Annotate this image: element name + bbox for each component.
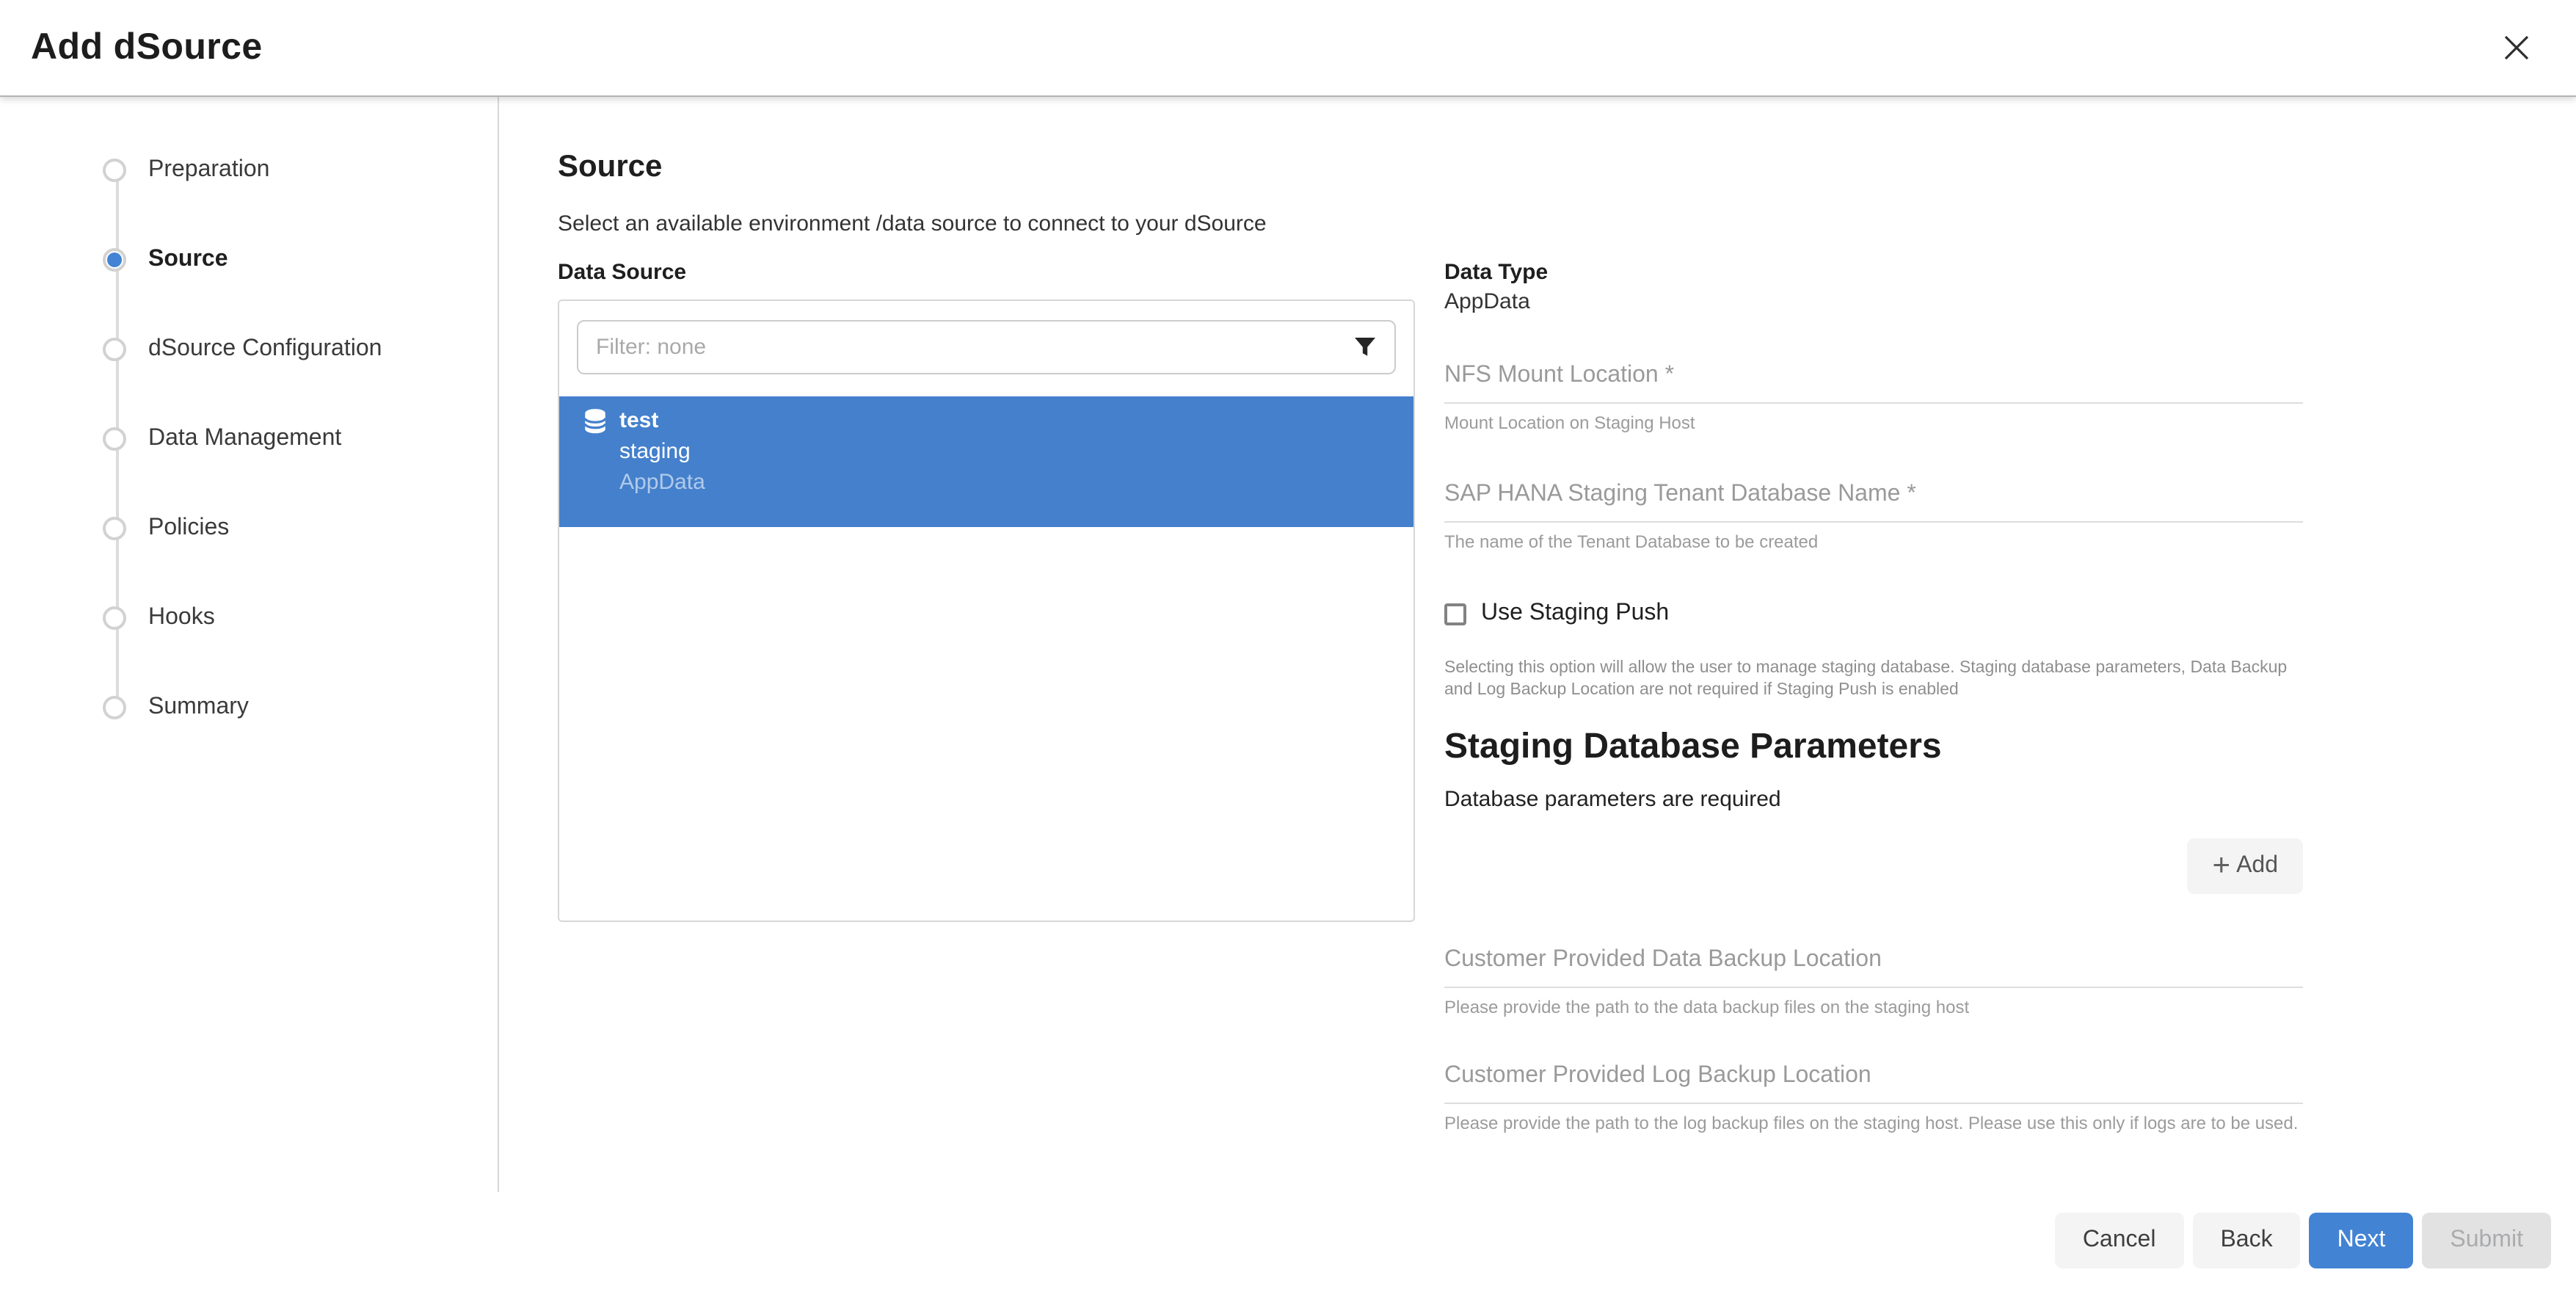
field-hint: Please provide the path to the data back… (1444, 997, 2303, 1017)
step-label: Summary (148, 694, 249, 720)
step-radio-icon (103, 516, 126, 540)
source-step-content: Source Select an available environment /… (499, 97, 2576, 1192)
step-hooks[interactable]: Hooks (0, 573, 498, 662)
log-backup-location-field: Please provide the path to the log backu… (1444, 1063, 2303, 1133)
step-preparation[interactable]: Preparation (0, 125, 498, 214)
filter-field (577, 320, 1396, 374)
data-source-pane: Data Source (558, 260, 1415, 1133)
item-name: test (619, 407, 658, 436)
add-button-label: Add (2236, 853, 2278, 879)
add-parameter-button[interactable]: + Add (2188, 838, 2303, 894)
step-label: dSource Configuration (148, 335, 382, 362)
back-button[interactable]: Back (2192, 1213, 2300, 1268)
use-staging-push-label: Use Staging Push (1481, 600, 1669, 627)
wizard-body: Preparation Source dSource Configuration… (0, 97, 2576, 1192)
step-radio-icon (103, 247, 126, 271)
step-label: Data Management (148, 425, 341, 451)
nfs-mount-location-field: Mount Location on Staging Host (1444, 363, 2303, 433)
data-backup-location-field: Please provide the path to the data back… (1444, 947, 2303, 1017)
add-dsource-modal: Add dSource Preparation Source dSource C… (0, 0, 2576, 1289)
filter-funnel-icon (1352, 333, 1378, 367)
wizard-step-nav: Preparation Source dSource Configuration… (0, 97, 499, 1192)
add-parameter-row: + Add (1444, 838, 2303, 894)
staging-push-description: Selecting this option will allow the use… (1444, 658, 2303, 702)
use-staging-push-checkbox[interactable] (1444, 603, 1466, 625)
step-source[interactable]: Source (0, 214, 498, 304)
database-icon (584, 408, 606, 435)
use-staging-push-row: Use Staging Push (1444, 600, 2303, 627)
source-details-pane: Data Type AppData Mount Location on Stag… (1444, 260, 2303, 1133)
data-type-value: AppData (1444, 289, 2303, 314)
field-hint: The name of the Tenant Database to be cr… (1444, 531, 2303, 552)
step-label: Policies (148, 515, 229, 541)
nfs-mount-location-input[interactable] (1444, 363, 2303, 404)
step-radio-icon (103, 426, 126, 450)
filter-input[interactable] (577, 320, 1396, 374)
step-data-management[interactable]: Data Management (0, 393, 498, 483)
sap-hana-tenant-db-input[interactable] (1444, 482, 2303, 523)
field-hint: Mount Location on Staging Host (1444, 413, 2303, 433)
sap-hana-tenant-db-field: The name of the Tenant Database to be cr… (1444, 482, 2303, 552)
step-label: Preparation (148, 156, 269, 183)
plus-icon: + (2213, 849, 2231, 880)
field-hint: Please provide the path to the log backu… (1444, 1113, 2303, 1133)
wizard-footer: Cancel Back Next Submit (0, 1192, 2576, 1289)
submit-button: Submit (2422, 1213, 2551, 1268)
step-radio-icon (103, 695, 126, 719)
step-label: Hooks (148, 604, 215, 631)
page-title: Source (558, 150, 2576, 185)
next-button[interactable]: Next (2310, 1213, 2414, 1268)
step-policies[interactable]: Policies (0, 483, 498, 573)
modal-header: Add dSource (0, 0, 2576, 97)
step-label: Source (148, 246, 228, 272)
step-radio-icon (103, 606, 126, 629)
item-type: AppData (584, 467, 1390, 498)
log-backup-location-input[interactable] (1444, 1063, 2303, 1104)
step-radio-icon (103, 337, 126, 360)
data-source-label: Data Source (558, 260, 1415, 285)
close-icon[interactable] (2497, 29, 2535, 67)
page-subtitle: Select an available environment /data so… (558, 211, 2576, 236)
data-backup-location-input[interactable] (1444, 947, 2303, 988)
staging-db-parameters-subtext: Database parameters are required (1444, 787, 2303, 812)
staging-db-parameters-heading: Staging Database Parameters (1444, 727, 2303, 768)
data-type-label: Data Type (1444, 260, 2303, 285)
data-source-item-selected[interactable]: test staging AppData (559, 396, 1413, 527)
modal-title: Add dSource (31, 26, 263, 69)
item-environment: staging (584, 436, 1390, 467)
data-source-listbox: test staging AppData (558, 299, 1415, 922)
step-summary[interactable]: Summary (0, 662, 498, 752)
step-radio-icon (103, 158, 126, 181)
step-dsource-configuration[interactable]: dSource Configuration (0, 304, 498, 393)
cancel-button[interactable]: Cancel (2055, 1213, 2184, 1268)
